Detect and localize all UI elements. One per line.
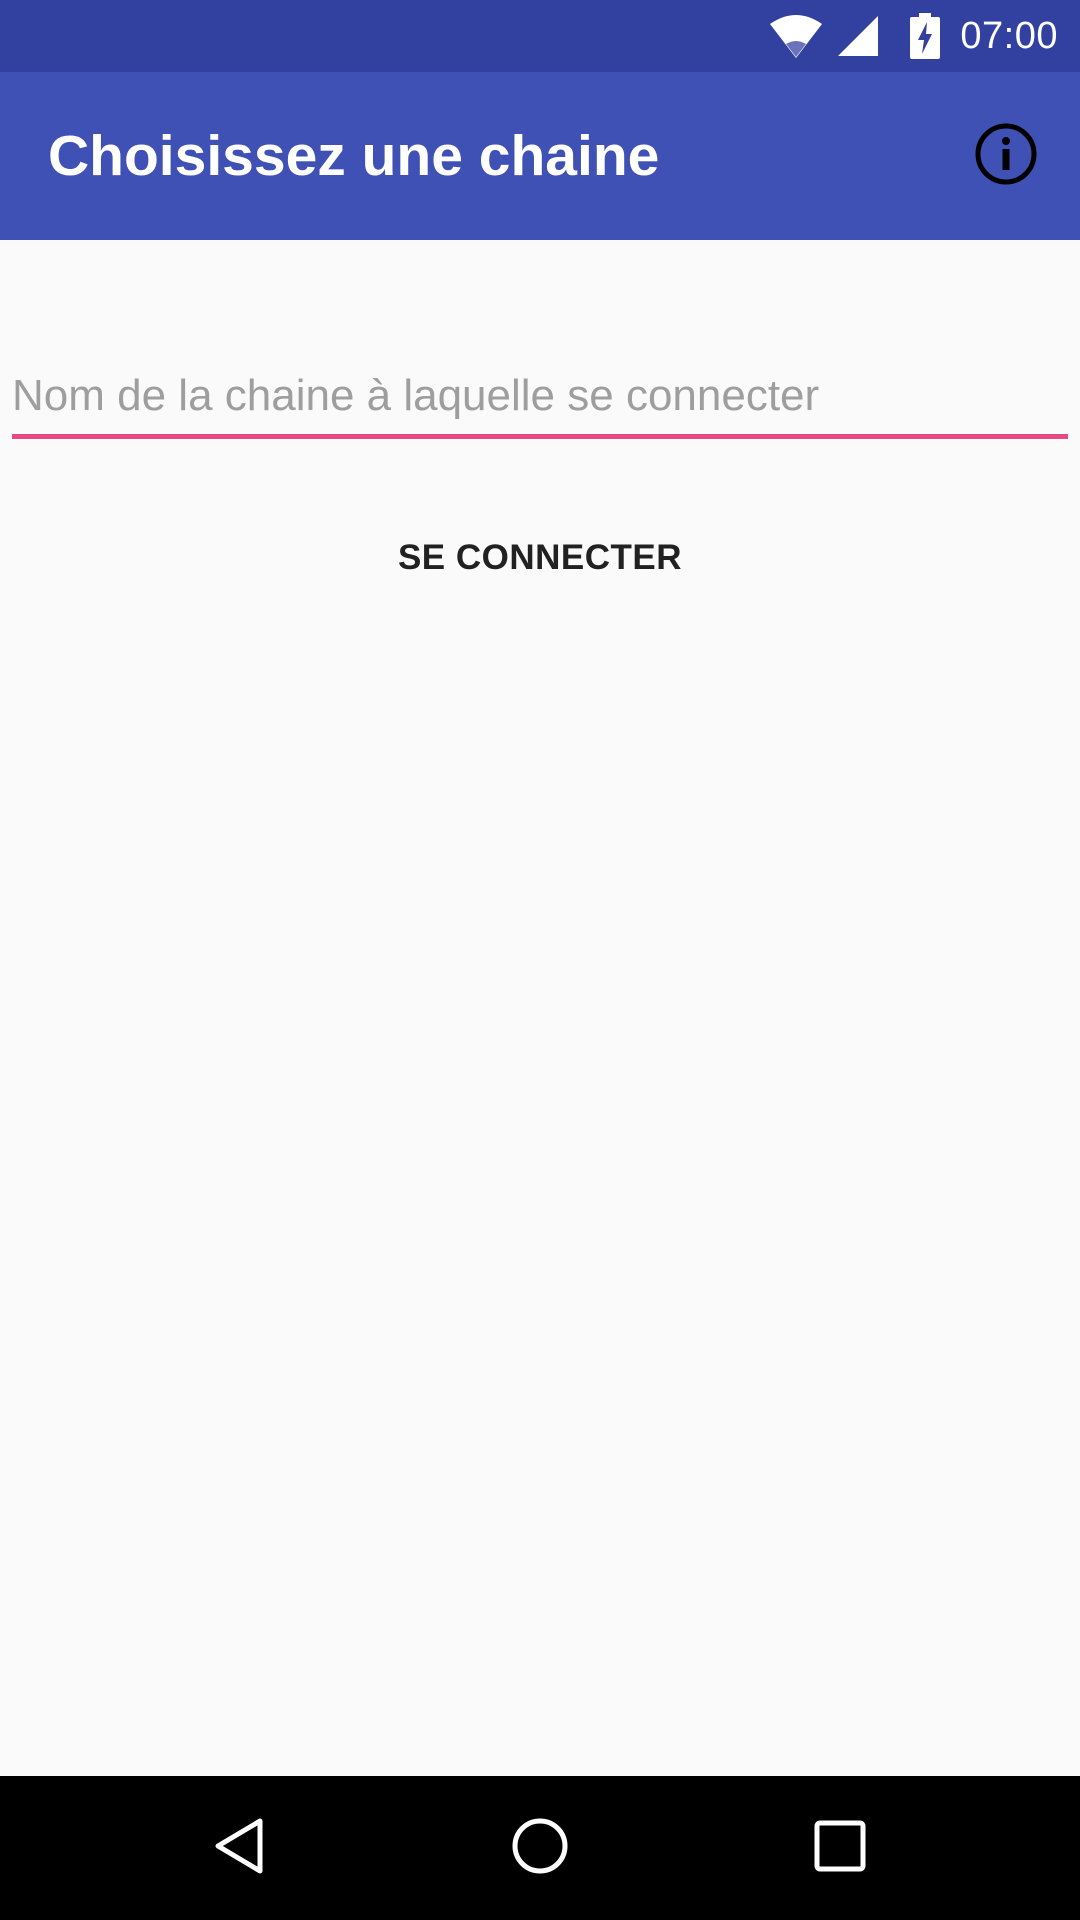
- info-icon: [974, 122, 1038, 191]
- home-icon: [510, 1816, 570, 1881]
- wifi-icon: [768, 14, 824, 58]
- connect-button[interactable]: SE CONNECTER: [390, 520, 690, 596]
- channel-name-field: [12, 360, 1068, 440]
- page-title: Choisissez une chaine: [48, 124, 660, 188]
- home-button[interactable]: [490, 1798, 590, 1898]
- info-button[interactable]: [962, 112, 1050, 200]
- cell-signal-icon: [836, 14, 880, 58]
- navigation-bar: [0, 1776, 1080, 1920]
- status-time: 07:00: [960, 14, 1058, 57]
- recents-icon: [812, 1818, 868, 1879]
- channel-name-input[interactable]: [12, 360, 1068, 432]
- status-icons: 07:00: [768, 0, 1058, 72]
- input-underline: [12, 434, 1068, 439]
- back-icon: [212, 1816, 268, 1881]
- recents-button[interactable]: [790, 1798, 890, 1898]
- back-button[interactable]: [190, 1798, 290, 1898]
- app-bar: Choisissez une chaine: [0, 72, 1080, 240]
- battery-charging-icon: [910, 13, 941, 59]
- status-bar: 07:00: [0, 0, 1080, 72]
- screen: 07:00 Choisissez une chaine SE CONNECTER: [0, 0, 1080, 1920]
